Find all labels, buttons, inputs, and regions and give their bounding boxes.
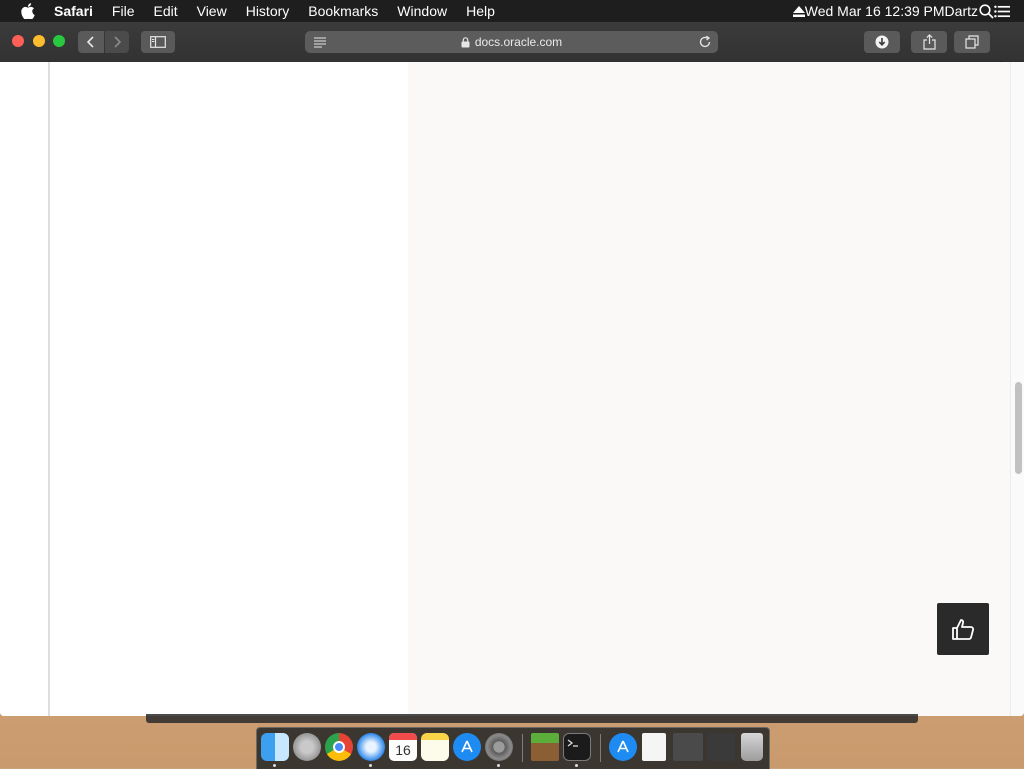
dock: 16 (256, 727, 770, 769)
menubar-clock[interactable]: Wed Mar 16 12:39 PM (805, 3, 945, 19)
scrollbar-thumb[interactable] (1015, 382, 1022, 474)
menu-bookmarks[interactable]: Bookmarks (308, 0, 378, 22)
fullscreen-window-button[interactable] (53, 35, 65, 47)
close-window-button[interactable] (12, 35, 24, 47)
calendar-day-text: 16 (395, 742, 411, 758)
doc-navigation-pane (48, 62, 410, 716)
address-bar[interactable]: docs.oracle.com (305, 31, 718, 53)
menu-bar: Safari File Edit View History Bookmarks … (0, 0, 1024, 22)
trash-icon[interactable] (741, 733, 763, 761)
lock-icon (461, 36, 471, 48)
reader-view-icon[interactable] (313, 35, 327, 49)
menu-view[interactable]: View (197, 0, 227, 22)
menu-help[interactable]: Help (466, 0, 495, 22)
web-page-content (0, 62, 1010, 716)
menubar-user[interactable]: Dartz (945, 3, 978, 19)
eject-icon[interactable] (792, 5, 805, 17)
page-scrollbar[interactable] (1010, 62, 1024, 716)
safari-icon[interactable] (357, 733, 385, 761)
downloads-stack-icon[interactable] (673, 733, 703, 761)
document-file-icon[interactable] (642, 733, 666, 761)
minecraft-icon[interactable] (531, 733, 559, 761)
feedback-thumbs-up-button[interactable] (937, 603, 989, 655)
app-store-downloads-icon[interactable] (609, 733, 637, 761)
menu-edit[interactable]: Edit (153, 0, 177, 22)
dock-separator-2 (600, 734, 601, 762)
chrome-icon[interactable] (325, 733, 353, 761)
apple-menu-icon[interactable] (20, 3, 36, 19)
browser-toolbar: docs.oracle.com (0, 22, 1024, 63)
dock-separator (522, 734, 523, 762)
window-shadow (146, 714, 918, 723)
terminal-running-indicator (575, 764, 578, 767)
finder-icon[interactable] (261, 733, 289, 761)
menu-safari[interactable]: Safari (54, 0, 93, 22)
system-preferences-icon[interactable] (485, 733, 513, 761)
notification-center-icon[interactable] (994, 3, 1010, 19)
doc-main-pane (408, 62, 1010, 716)
spotlight-search-icon[interactable] (978, 3, 994, 19)
sidebar-toggle-button[interactable] (141, 31, 175, 53)
menu-history[interactable]: History (246, 0, 290, 22)
safari-window: docs.oracle.com (0, 22, 1024, 716)
terminal-icon[interactable] (563, 733, 591, 761)
calendar-icon[interactable]: 16 (389, 733, 417, 761)
finder-running-indicator (273, 764, 276, 767)
menu-window[interactable]: Window (397, 0, 447, 22)
url-text: docs.oracle.com (474, 35, 563, 49)
app-store-icon[interactable] (453, 733, 481, 761)
minimize-window-button[interactable] (33, 35, 45, 47)
menu-file[interactable]: File (112, 0, 135, 22)
back-button[interactable] (78, 31, 104, 53)
show-all-tabs-button[interactable] (954, 31, 990, 53)
page-left-margin (0, 62, 48, 716)
reload-icon[interactable] (698, 35, 712, 49)
share-button[interactable] (911, 31, 947, 53)
screenshot-stack-icon[interactable] (707, 733, 735, 761)
notes-icon[interactable] (421, 733, 449, 761)
system-preferences-running-indicator (497, 764, 500, 767)
launchpad-icon[interactable] (293, 733, 321, 761)
safari-running-indicator (369, 764, 372, 767)
downloads-button[interactable] (864, 31, 900, 53)
forward-button[interactable] (105, 31, 129, 53)
